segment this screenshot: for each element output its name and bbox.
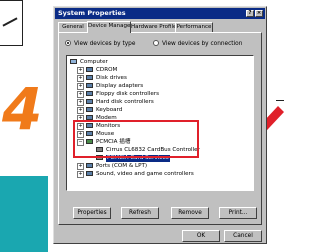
expand-icon[interactable]: +: [77, 67, 84, 74]
title-bar: System Properties ? ×: [55, 8, 265, 19]
hard-disk-controller-icon: [86, 99, 93, 104]
tree-item-floppy-controllers[interactable]: + Floppy disk controllers: [77, 91, 160, 98]
step-number: 4: [2, 75, 43, 143]
properties-button[interactable]: Properties: [73, 207, 111, 219]
tree-item-label: Modem: [96, 115, 117, 121]
ok-button[interactable]: OK: [182, 230, 220, 242]
expand-icon[interactable]: +: [77, 123, 84, 130]
tab-performance[interactable]: Performance: [175, 22, 213, 32]
tree-item-cdrom[interactable]: + CDROM: [77, 67, 118, 74]
tree-item-label: Cirrus CL6832 CardBus Controller: [106, 147, 200, 153]
teal-decorative-band: [0, 176, 48, 252]
tree-item-label: PCMCIA 插槽: [96, 139, 131, 145]
cardbus-controller-icon: [96, 147, 103, 152]
tree-item-label: Mouse: [96, 131, 115, 137]
tree-item-label: Floppy disk controllers: [96, 91, 160, 97]
tree-item-monitors[interactable]: + Monitors: [77, 123, 121, 130]
decorative-corner-frame: [0, 0, 23, 46]
tree-root-computer[interactable]: Computer: [70, 59, 108, 66]
tree-item-ports[interactable]: + Ports (COM & LPT): [77, 163, 148, 170]
close-button[interactable]: ×: [255, 10, 263, 17]
remove-button[interactable]: Remove: [171, 207, 209, 219]
decorative-stroke: [2, 17, 18, 27]
dialog-title: System Properties: [58, 9, 126, 17]
print-button[interactable]: Print...: [219, 207, 257, 219]
collapse-icon[interactable]: −: [77, 139, 84, 146]
tree-item-label: CDROM: [96, 67, 118, 73]
expand-icon[interactable]: +: [77, 91, 84, 98]
sound-video-icon: [86, 171, 93, 176]
tree-item-label: PCMCIA Card Services: [106, 155, 170, 162]
view-by-type-radio[interactable]: [65, 39, 71, 46]
tree-item-label: Sound, video and game controllers: [96, 171, 194, 177]
tree-item-modem[interactable]: + Modem: [77, 115, 117, 122]
view-by-type-label: View devices by type: [74, 41, 136, 47]
system-properties-dialog: System Properties ? × General Device Man…: [53, 6, 267, 244]
tree-item-disk-drives[interactable]: + Disk drives: [77, 75, 127, 82]
tree-item-label: Ports (COM & LPT): [96, 163, 148, 169]
view-by-connection-option[interactable]: View devices by connection: [153, 39, 243, 49]
pcmcia-socket-icon: [86, 139, 93, 144]
tab-device-manager[interactable]: Device Manager: [87, 21, 131, 33]
device-tree[interactable]: Computer + CDROM + Disk drives + Display ad…: [66, 55, 254, 191]
view-by-connection-label: View devices by connection: [162, 41, 243, 47]
expand-icon[interactable]: +: [77, 75, 84, 82]
tree-item-pcmcia-socket[interactable]: − PCMCIA 插槽: [77, 139, 131, 146]
tree-item-sound-video[interactable]: + Sound, video and game controllers: [77, 171, 194, 178]
monitor-icon: [86, 123, 93, 128]
mouse-icon: [86, 131, 93, 136]
expand-icon[interactable]: +: [77, 107, 84, 114]
tree-item-hard-disk-controllers[interactable]: + Hard disk controllers: [77, 99, 154, 106]
expand-icon[interactable]: +: [77, 171, 84, 178]
tree-item-label: Disk drives: [96, 75, 127, 81]
modem-icon: [86, 115, 93, 120]
view-by-type-option[interactable]: View devices by type: [65, 39, 136, 49]
expand-icon[interactable]: +: [77, 131, 84, 138]
tree-item-label: Keyboard: [96, 107, 123, 113]
expand-icon[interactable]: +: [77, 83, 84, 90]
tree-item-label: Monitors: [96, 123, 121, 129]
ports-icon: [86, 163, 93, 168]
refresh-button[interactable]: Refresh: [121, 207, 159, 219]
device-manager-panel: View devices by type View devices by con…: [58, 32, 262, 225]
expand-icon[interactable]: +: [77, 115, 84, 122]
disk-drives-icon: [86, 75, 93, 80]
tree-item-keyboard[interactable]: + Keyboard: [77, 107, 123, 114]
help-button[interactable]: ?: [246, 10, 254, 17]
expand-icon[interactable]: +: [77, 163, 84, 170]
display-adapter-icon: [86, 83, 93, 88]
expand-icon[interactable]: +: [77, 99, 84, 106]
tree-item-display-adapters[interactable]: + Display adapters: [77, 83, 144, 90]
tab-general[interactable]: General: [58, 22, 88, 32]
tree-item-label: Display adapters: [96, 83, 144, 89]
tree-item-label: Hard disk controllers: [96, 99, 154, 105]
floppy-controller-icon: [86, 91, 93, 96]
tree-item-mouse[interactable]: + Mouse: [77, 131, 115, 138]
view-by-connection-radio[interactable]: [153, 39, 159, 46]
tree-item-card-services[interactable]: PCMCIA Card Services: [96, 155, 170, 162]
tree-root-label: Computer: [80, 59, 108, 65]
cancel-button[interactable]: Cancel: [224, 230, 262, 242]
card-services-icon: [96, 155, 103, 160]
tab-hardware-profiles[interactable]: Hardware Profiles: [130, 22, 176, 32]
keyboard-icon: [86, 107, 93, 112]
tree-item-cardbus-controller[interactable]: Cirrus CL6832 CardBus Controller: [96, 147, 200, 154]
cdrom-icon: [86, 67, 93, 72]
computer-icon: [70, 59, 77, 64]
